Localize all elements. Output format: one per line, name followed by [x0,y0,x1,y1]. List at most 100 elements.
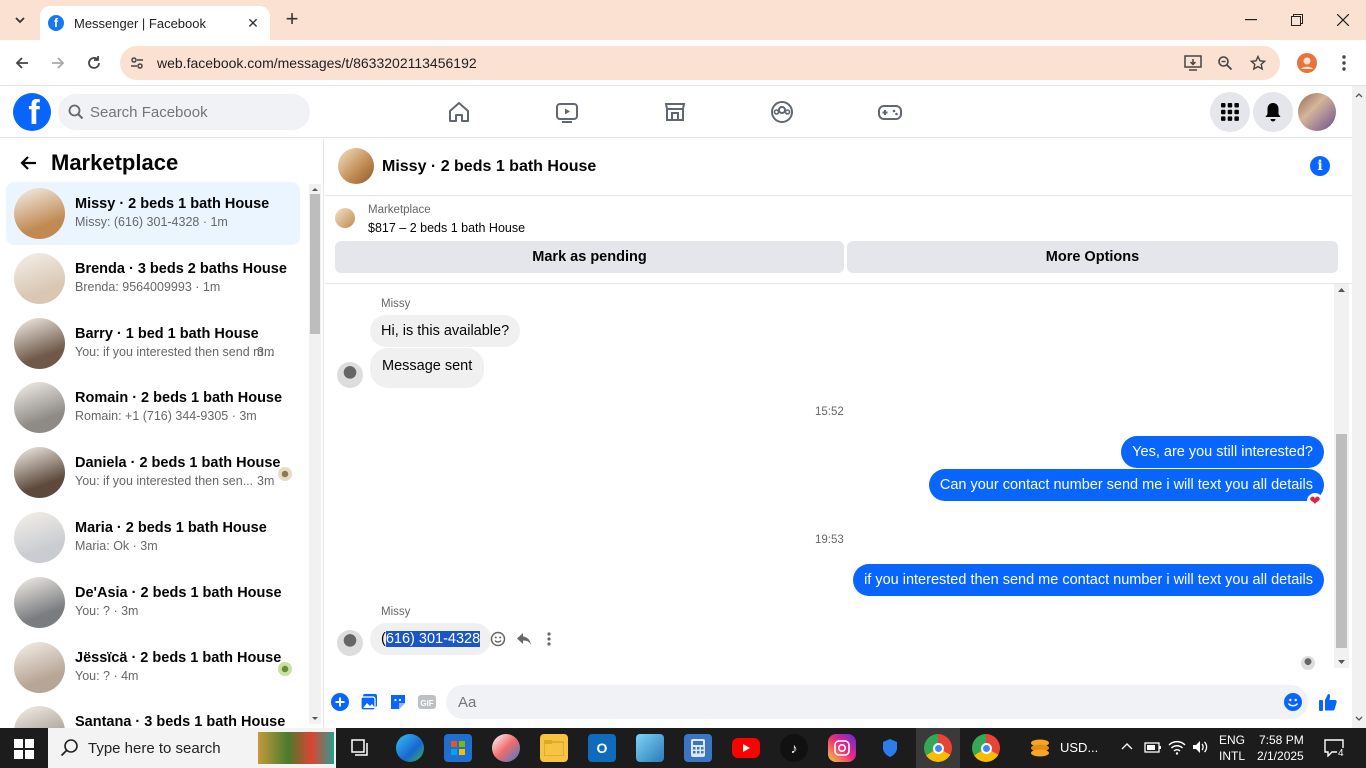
forward-icon[interactable] [46,51,70,75]
outlook-icon[interactable]: O [588,734,616,762]
marketplace-icon[interactable] [661,98,689,126]
keyboard-layout[interactable]: INTL [1219,749,1245,763]
install-app-icon[interactable] [1181,51,1205,75]
conversation-item[interactable]: Santana · 3 beds 1 bath House [6,700,300,728]
conversation-item[interactable]: Missy · 2 beds 1 bath House Missy: (616) … [6,182,300,245]
clock-date[interactable]: 2/1/2025 [1257,749,1304,763]
new-tab-button[interactable]: + [282,8,302,30]
sidebar-scrollbar[interactable] [309,184,321,724]
chat-scrollbar[interactable] [1334,284,1349,668]
sidebar-scroll-thumb[interactable] [310,194,320,334]
conversation-item[interactable]: Brenda · 3 beds 2 baths House Brenda: 956… [6,247,300,310]
read-receipt-avatar [1301,656,1315,670]
conversation-item[interactable]: Daniela · 2 beds 1 bath House You: if you… [6,441,300,504]
clock-time[interactable]: 7:58 PM [1259,733,1304,747]
home-icon[interactable] [445,98,473,126]
tab-search-chevron-icon[interactable] [8,8,32,32]
language-code[interactable]: ENG [1219,733,1245,747]
profile-icon[interactable] [1295,51,1319,75]
bookmark-star-icon[interactable] [1246,51,1270,75]
message-bubble-outgoing[interactable]: Can your contact number send me i will t… [928,469,1324,501]
chrome-profile-icon[interactable] [972,734,1000,762]
taskbar-search[interactable]: Type here to search [48,728,336,768]
show-hidden-icons-icon[interactable] [1120,740,1134,754]
minimize-icon[interactable] [1228,0,1274,40]
listing-thumbnail[interactable] [335,208,355,228]
back-icon[interactable] [10,51,34,75]
facebook-search[interactable] [58,94,310,130]
windows-start-icon[interactable] [14,739,34,759]
instagram-icon[interactable] [828,734,856,762]
restore-icon[interactable] [1274,0,1320,40]
page-scrollbar[interactable] [1352,86,1366,728]
browser-tab[interactable]: f Messenger | Facebook ✕ [40,6,270,40]
gif-icon[interactable]: GIF [417,692,437,712]
site-info-icon[interactable] [125,51,149,75]
message-bubble-outgoing[interactable]: Yes, are you still interested? [1121,436,1324,468]
close-tab-icon[interactable]: ✕ [244,14,262,32]
chat-title[interactable]: Missy · 2 beds 1 bath House [382,158,596,176]
react-smiley-icon[interactable] [488,629,508,649]
groups-icon[interactable] [768,98,796,126]
conversation-item[interactable]: Maria · 2 beds 1 bath House Maria: Ok · 3… [6,506,300,569]
file-explorer-icon[interactable] [540,734,568,762]
reply-icon[interactable] [514,629,534,649]
conversation-item[interactable]: Barry · 1 bed 1 bath House You: if you in… [6,312,300,375]
listing-source: Marketplace [368,204,431,216]
wifi-icon[interactable] [1168,739,1186,755]
task-view-icon[interactable] [347,734,375,762]
currency-coins-icon[interactable] [1026,734,1054,762]
mark-as-pending-button[interactable]: Mark as pending [335,241,844,273]
message-bubble-incoming[interactable]: (616) 301-4328 [370,623,492,655]
emoji-icon[interactable] [1283,692,1303,712]
plus-circle-icon[interactable] [330,692,350,712]
listing-price[interactable]: $817 – 2 beds 1 bath House [368,221,525,235]
conversation-item[interactable]: Jëssïcä · 2 beds 1 bath House You: ? · 4m [6,636,300,699]
back-arrow-icon[interactable] [18,152,40,174]
message-bubble-incoming[interactable]: Hi, is this available? [370,315,521,347]
address-bar[interactable]: web.facebook.com/messages/t/863320211345… [120,46,1280,80]
more-options-button[interactable]: More Options [847,241,1338,273]
message-thread: Missy Hi, is this available? Message sen… [325,284,1352,674]
facebook-logo-icon[interactable]: f [13,93,51,131]
currency-widget-text[interactable]: USD... [1060,740,1098,755]
sender-avatar[interactable] [337,362,363,388]
chat-scroll-thumb[interactable] [1336,434,1347,648]
watch-icon[interactable] [553,98,581,126]
tiktok-icon[interactable]: ♪ [780,734,808,762]
sticker-icon[interactable] [388,692,408,712]
sender-avatar[interactable] [337,630,363,656]
conversation-item[interactable]: De'Asia · 2 beds 1 bath House You: ? · 3m [6,571,300,634]
close-window-icon[interactable] [1320,0,1366,40]
browser-tab-strip: f Messenger | Facebook ✕ + [0,0,1366,40]
volume-icon[interactable] [1191,739,1209,755]
like-thumb-icon[interactable] [1318,692,1338,712]
chat-avatar[interactable] [338,148,374,184]
account-avatar[interactable] [1298,93,1336,131]
menu-grid-icon[interactable] [1210,92,1250,132]
reload-icon[interactable] [82,51,106,75]
battery-icon[interactable] [1144,740,1162,754]
attach-photo-icon[interactable] [359,692,379,712]
notifications-bell-icon[interactable] [1253,92,1293,132]
message-bubble-incoming[interactable]: Message sent [370,348,485,388]
edge-icon[interactable] [396,734,424,762]
message-input[interactable] [446,685,1308,719]
store-icon[interactable] [444,734,472,762]
app-icon[interactable] [636,734,664,762]
security-shield-icon[interactable] [876,734,904,762]
more-actions-icon[interactable] [539,629,559,649]
calculator-icon[interactable] [684,734,712,762]
youtube-icon[interactable] [732,738,760,758]
info-icon[interactable]: i [1310,156,1330,176]
gaming-icon[interactable] [876,98,904,126]
browser-menu-icon[interactable] [1332,51,1356,75]
search-input[interactable] [90,103,290,121]
conversation-item[interactable]: Romain · 2 beds 1 bath House Romain: +1 (… [6,376,300,439]
paint-icon[interactable] [492,734,520,762]
chat-panel: Missy · 2 beds 1 bath House i Marketplac… [325,138,1352,728]
message-bubble-outgoing[interactable]: if you interested then send me contact n… [853,564,1324,596]
heart-reaction-icon[interactable]: ❤ [1307,493,1323,509]
zoom-icon[interactable] [1213,51,1237,75]
chrome-icon[interactable] [924,734,952,762]
